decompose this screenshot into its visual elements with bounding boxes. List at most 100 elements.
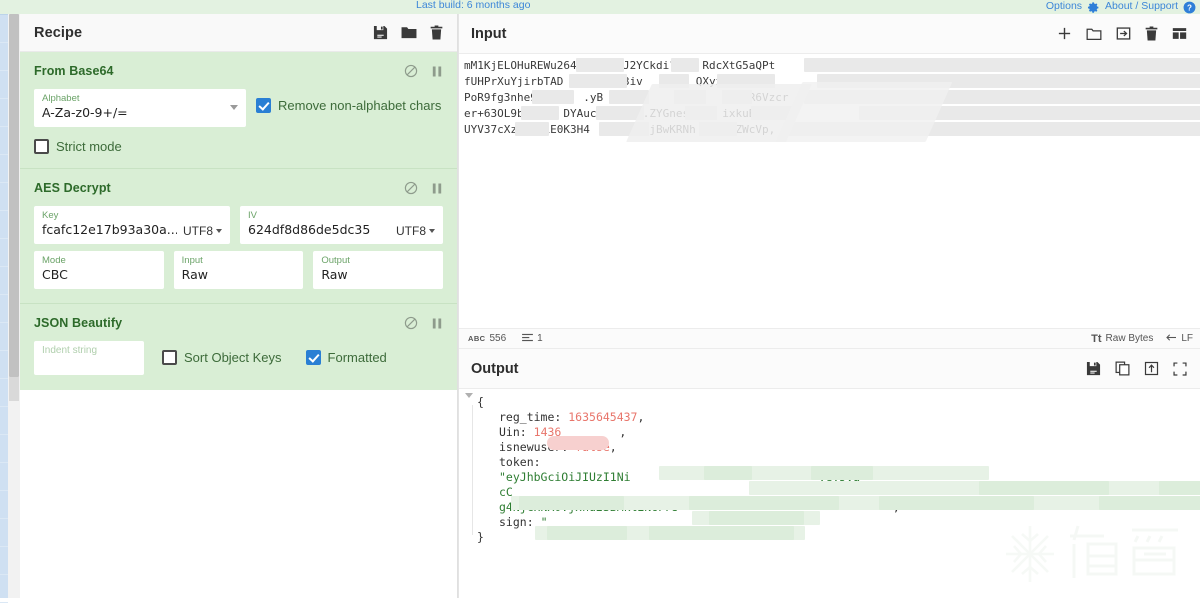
save-recipe-icon[interactable]: [373, 25, 388, 40]
sort-object-keys-checkbox[interactable]: Sort Object Keys: [162, 350, 282, 365]
alphabet-value: A-Za-z0-9+/=: [42, 105, 128, 120]
operations-list-rail[interactable]: [0, 14, 8, 603]
recipe-operations-list[interactable]: From Base64 Alphabet A-Za-z0-9+/= Remove…: [20, 52, 457, 390]
recipe-title: Recipe: [34, 24, 83, 41]
maximise-output-icon[interactable]: [1173, 361, 1187, 376]
help-circle-icon[interactable]: ?: [1183, 1, 1196, 14]
operations-scrollbar[interactable]: [8, 14, 20, 598]
output-line: {: [459, 395, 1200, 410]
open-folder-icon[interactable]: [1086, 27, 1102, 41]
reset-pane-layout-icon[interactable]: [1172, 27, 1187, 40]
strict-mode-label: Strict mode: [56, 139, 122, 154]
aes-iv-encoding-select[interactable]: UTF8: [396, 224, 435, 239]
last-build-label: Last build: 6 months ago: [416, 0, 531, 11]
aes-key-encoding-select[interactable]: UTF8: [183, 224, 222, 239]
operation-list-row[interactable]: [0, 547, 8, 575]
gear-icon[interactable]: [1087, 1, 1100, 14]
json-key: reg_time: [499, 410, 555, 424]
remove-non-alphabet-chars-checkbox[interactable]: Remove non-alphabet chars: [256, 98, 441, 113]
recipe-operation-from-base64[interactable]: From Base64 Alphabet A-Za-z0-9+/= Remove…: [20, 52, 457, 169]
breakpoint-pause-icon[interactable]: [431, 182, 443, 195]
aes-iv-encoding-value: UTF8: [396, 224, 426, 238]
clear-input-icon[interactable]: [1145, 26, 1158, 41]
recipe-operation-json-beautify[interactable]: JSON Beautify Indent string Sort Object …: [20, 304, 457, 389]
redaction-block: [576, 58, 624, 72]
output-textarea[interactable]: { reg_time: 1635645437, Uin: 1436, isnew…: [459, 389, 1200, 597]
formatted-checkbox[interactable]: Formatted: [305, 350, 387, 365]
operation-list-row[interactable]: [0, 407, 8, 435]
aes-mode-field[interactable]: Mode CBC: [34, 251, 164, 289]
copy-output-icon[interactable]: [1115, 361, 1130, 376]
chevron-down-icon[interactable]: [216, 229, 222, 233]
json-key: Uin: [499, 425, 520, 439]
indent-string-field[interactable]: Indent string: [34, 341, 144, 375]
operation-list-row[interactable]: [0, 155, 8, 183]
operation-list-row[interactable]: [0, 71, 8, 99]
aes-output-format-field[interactable]: Output Raw: [313, 251, 444, 289]
checkbox-box[interactable]: [256, 98, 271, 113]
operation-title: From Base64: [34, 64, 114, 78]
operation-list-row[interactable]: [0, 211, 8, 239]
operation-list-row[interactable]: [0, 99, 8, 127]
disable-operation-icon[interactable]: [404, 181, 418, 195]
operation-list-row[interactable]: [0, 351, 8, 379]
disable-operation-icon[interactable]: [404, 316, 418, 330]
recipe-operation-aes-decrypt[interactable]: AES Decrypt Key fcafc12e17b93a30a... UTF…: [20, 169, 457, 304]
checkbox-box[interactable]: [34, 139, 49, 154]
clear-recipe-icon[interactable]: [430, 25, 443, 40]
alphabet-field[interactable]: Alphabet A-Za-z0-9+/=: [34, 89, 246, 127]
aes-iv-label: IV: [248, 210, 257, 221]
operation-list-row[interactable]: [0, 43, 8, 71]
about-support-button[interactable]: About / Support: [1105, 0, 1178, 12]
json-value: 1635645437: [568, 410, 638, 424]
operation-list-row[interactable]: [0, 435, 8, 463]
operation-list-row[interactable]: [0, 295, 8, 323]
recipe-title-bar: Recipe: [20, 14, 457, 52]
chevron-down-icon[interactable]: [230, 105, 238, 110]
open-file-icon[interactable]: [1116, 26, 1131, 41]
scrollbar-thumb-secondary[interactable]: [9, 377, 19, 401]
aes-input-value: Raw: [181, 267, 208, 282]
operation-list-row[interactable]: [0, 379, 8, 407]
aes-input-label: Input: [181, 255, 203, 266]
operation-list-row[interactable]: [0, 575, 8, 603]
json-brace-open: {: [477, 395, 484, 409]
input-line-ending-selector[interactable]: LF: [1166, 333, 1193, 345]
disable-operation-icon[interactable]: [404, 64, 418, 78]
aes-input-format-field[interactable]: Input Raw: [173, 251, 304, 289]
save-output-icon[interactable]: [1086, 361, 1101, 376]
operation-list-row[interactable]: [0, 239, 8, 267]
add-input-tab-icon[interactable]: [1057, 26, 1072, 41]
load-recipe-icon[interactable]: [401, 25, 417, 40]
json-trail: ,: [609, 440, 617, 454]
scrollbar-thumb[interactable]: [9, 14, 19, 377]
operation-list-row[interactable]: [0, 15, 8, 43]
input-encoding-selector[interactable]: Tt Raw Bytes: [1091, 333, 1153, 345]
operation-list-row[interactable]: [0, 519, 8, 547]
svg-text:?: ?: [1187, 3, 1192, 12]
options-button[interactable]: Options: [1046, 0, 1082, 12]
redaction-block: [515, 122, 549, 136]
input-status-bar: ABC 556 1 Tt Raw Bytes LF: [459, 328, 1200, 349]
recipe-empty-dropzone[interactable]: [20, 390, 457, 598]
pane-divider[interactable]: [458, 14, 459, 598]
strict-mode-checkbox[interactable]: Strict mode: [34, 139, 122, 154]
operation-list-row[interactable]: [0, 267, 8, 295]
redaction-block: [569, 74, 627, 88]
aes-iv-field[interactable]: IV 624df8d86de5dc35 UTF8: [240, 206, 443, 244]
checkbox-box[interactable]: [305, 350, 321, 365]
operation-list-row[interactable]: [0, 491, 8, 519]
chevron-down-icon[interactable]: [429, 229, 435, 233]
top-banner: Last build: 6 months ago Options About /…: [0, 0, 1200, 14]
redaction-block: [1099, 496, 1200, 510]
replace-input-icon[interactable]: [1144, 361, 1159, 376]
aes-key-field[interactable]: Key fcafc12e17b93a30a... UTF8: [34, 206, 230, 244]
operation-list-row[interactable]: [0, 463, 8, 491]
checkbox-box[interactable]: [162, 350, 177, 365]
breakpoint-pause-icon[interactable]: [431, 317, 443, 330]
operation-list-row[interactable]: [0, 183, 8, 211]
breakpoint-pause-icon[interactable]: [431, 65, 443, 78]
input-textarea[interactable]: mM1KjELOHuREWu264H J2YCkdi? RdcXtG5aQPt …: [459, 54, 1200, 328]
operation-list-row[interactable]: [0, 323, 8, 351]
operation-list-row[interactable]: [0, 127, 8, 155]
